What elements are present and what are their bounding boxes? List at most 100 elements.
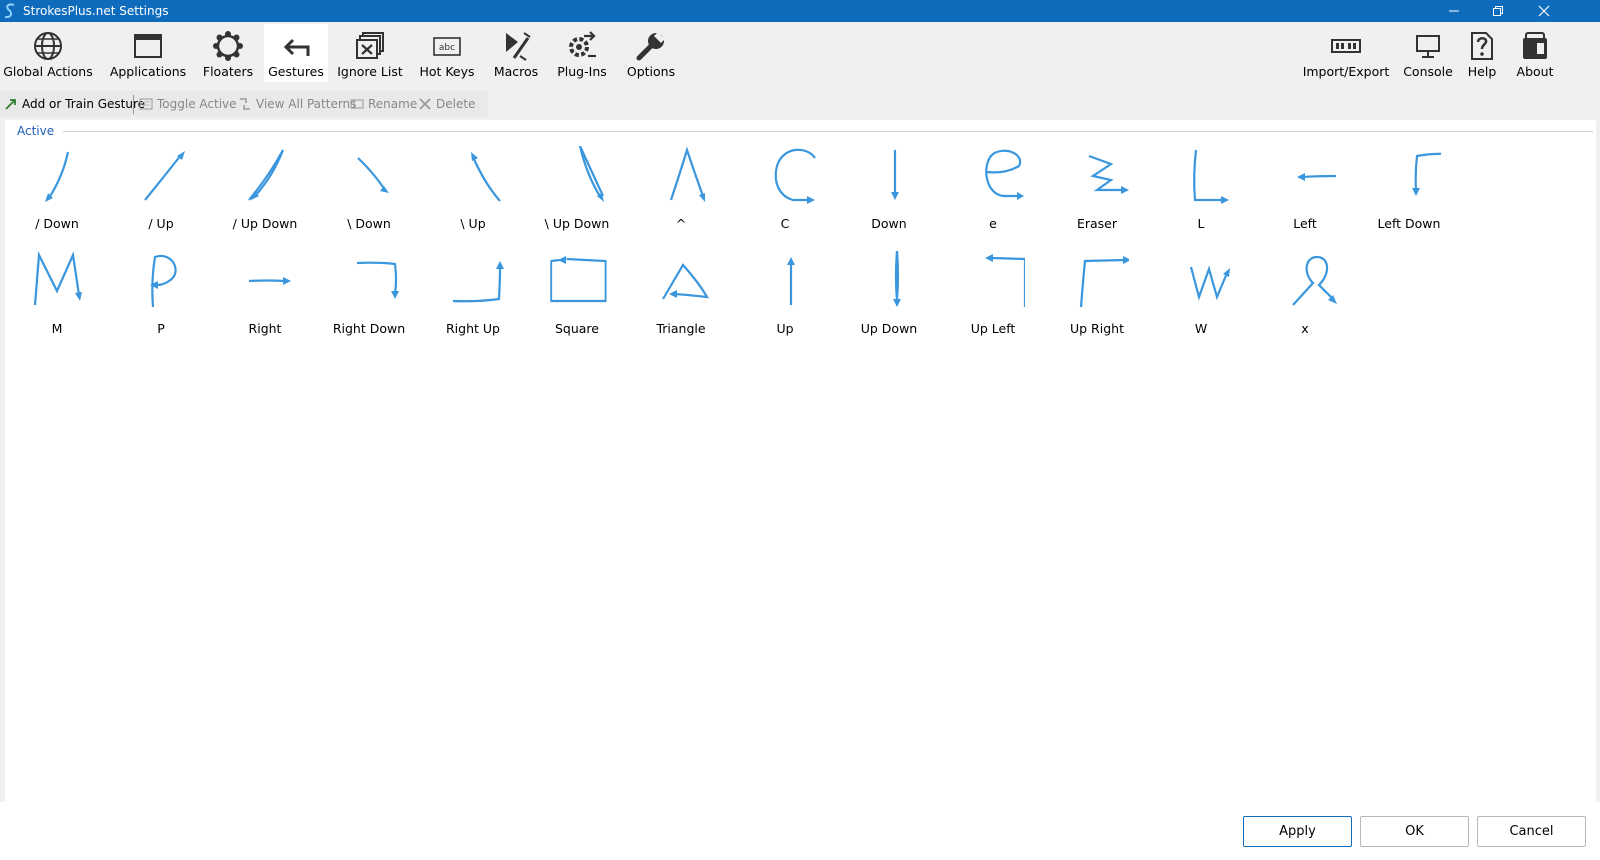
gesture-eraser[interactable]: Eraser xyxy=(1045,144,1149,244)
gesture-up-left[interactable]: Up Left xyxy=(941,249,1045,349)
gesture-label: Up Down xyxy=(860,321,918,336)
gesture-caret[interactable]: ^ xyxy=(629,144,733,244)
gesture-square[interactable]: Square xyxy=(525,249,629,349)
cancel-button[interactable]: Cancel xyxy=(1477,816,1586,847)
add-or-train-gesture-button[interactable]: Add or Train Gesture xyxy=(4,91,145,117)
gesture-w[interactable]: W xyxy=(1149,249,1253,349)
toolbar-floaters[interactable]: Floaters xyxy=(196,24,260,82)
gesture-label: Up xyxy=(776,321,794,336)
toolbar-label: Options xyxy=(626,64,676,79)
gesture-arrow-icon xyxy=(283,38,310,56)
toolbar-label: Macros xyxy=(493,64,539,79)
c-gesture-icon xyxy=(774,148,816,204)
gesture-right-down[interactable]: Right Down xyxy=(317,249,421,349)
gesture-label: Down xyxy=(871,216,907,231)
toolbar-applications[interactable]: Applications xyxy=(106,24,190,82)
gesture-slash-up[interactable]: / Up xyxy=(109,144,213,244)
gesture-c[interactable]: C xyxy=(733,144,837,244)
gesture-slash-up-down[interactable]: / Up Down xyxy=(213,144,317,244)
toolbar-about[interactable]: About xyxy=(1510,24,1560,82)
gesture-label: Right Up xyxy=(446,321,500,336)
delete-icon xyxy=(419,98,431,110)
title-bar: StrokesPlus.net Settings xyxy=(0,0,1600,22)
backslash-up-down-gesture-icon xyxy=(578,146,605,202)
gesture-slash-down[interactable]: / Down xyxy=(5,144,109,244)
gesture-label: Left Down xyxy=(1377,216,1441,231)
toggle-active-icon xyxy=(139,98,153,110)
gesture-label: ^ xyxy=(675,216,687,231)
toolbar-label: Hot Keys xyxy=(419,64,475,79)
gesture-label: L xyxy=(1197,216,1205,231)
gesture-triangle[interactable]: Triangle xyxy=(629,249,733,349)
backslash-up-gesture-icon xyxy=(471,152,501,202)
toolbar-macros[interactable]: Macros xyxy=(488,24,544,82)
restore-button[interactable] xyxy=(1476,0,1520,22)
gesture-p[interactable]: P xyxy=(109,249,213,349)
toolbar-gestures[interactable]: Gestures xyxy=(264,24,328,82)
toolbar-label: Global Actions xyxy=(3,64,93,79)
gesture-x[interactable]: x xyxy=(1253,249,1357,349)
main-toolbar: Global Actions Applications Floaters Ges… xyxy=(0,22,1600,84)
toolbar-label: Help xyxy=(1467,64,1497,79)
apply-button[interactable]: Apply xyxy=(1243,816,1352,847)
toolbar-label: Ignore List xyxy=(337,64,403,79)
gesture-down[interactable]: Down xyxy=(837,144,941,244)
gesture-label: C xyxy=(780,216,790,231)
toolbar-help[interactable]: Help xyxy=(1460,24,1504,82)
gesture-up-right[interactable]: Up Right xyxy=(1045,249,1149,349)
w-gesture-icon xyxy=(1189,265,1230,301)
toolbar-plug-ins[interactable]: Plug-Ins xyxy=(552,24,612,82)
toggle-active-button[interactable]: Toggle Active xyxy=(139,91,237,117)
subtoolbar-separator xyxy=(133,95,134,114)
gesture-backslash-up[interactable]: \ Up xyxy=(421,144,525,244)
toggle-active-label: Toggle Active xyxy=(157,97,237,111)
toolbar-import-export[interactable]: Import/Export xyxy=(1298,24,1394,82)
gesture-e[interactable]: e xyxy=(941,144,1045,244)
plugins-icon xyxy=(569,31,596,58)
minimize-button[interactable] xyxy=(1432,0,1476,22)
toolbar-label: Gestures xyxy=(268,64,324,79)
gesture-backslash-up-down[interactable]: \ Up Down xyxy=(525,144,629,244)
toolbar-label: Floaters xyxy=(202,64,254,79)
gesture-right[interactable]: Right xyxy=(213,249,317,349)
gesture-label: P xyxy=(157,321,165,336)
floaters-icon xyxy=(213,31,243,61)
toolbar-global-actions[interactable]: Global Actions xyxy=(2,24,94,82)
delete-button[interactable]: Delete xyxy=(418,91,475,117)
eraser-gesture-icon xyxy=(1088,154,1129,194)
gesture-label: Triangle xyxy=(656,321,706,336)
rename-button[interactable]: Rename xyxy=(350,91,417,117)
strokesplus-logo-icon xyxy=(4,3,15,19)
close-icon xyxy=(1538,5,1550,17)
gesture-subtoolbar: Add or Train Gesture Toggle Active View … xyxy=(0,91,488,117)
view-all-patterns-button[interactable]: View All Patterns xyxy=(238,91,356,117)
group-label: Active xyxy=(17,124,55,138)
rename-label: Rename xyxy=(368,97,418,111)
ok-button[interactable]: OK xyxy=(1360,816,1469,847)
gesture-label: W xyxy=(1194,321,1208,336)
up-gesture-icon xyxy=(787,257,795,305)
x-gesture-icon xyxy=(1292,255,1337,306)
gesture-up[interactable]: Up xyxy=(733,249,837,349)
close-button[interactable] xyxy=(1522,0,1566,22)
gesture-right-up[interactable]: Right Up xyxy=(421,249,525,349)
gesture-backslash-down[interactable]: \ Down xyxy=(317,144,421,244)
toolbar-ignore-list[interactable]: Ignore List xyxy=(334,24,406,82)
triangle-gesture-icon xyxy=(662,263,710,300)
gesture-up-down[interactable]: Up Down xyxy=(837,249,941,349)
gesture-left-down[interactable]: Left Down xyxy=(1357,144,1461,244)
toolbar-hot-keys[interactable]: abc Hot Keys xyxy=(414,24,480,82)
gesture-left[interactable]: Left xyxy=(1253,144,1357,244)
toolbar-label: Plug-Ins xyxy=(557,64,607,79)
gesture-label: / Up Down xyxy=(232,216,298,231)
gesture-label: Eraser xyxy=(1076,216,1118,231)
l-gesture-icon xyxy=(1193,149,1229,204)
svg-text:abc: abc xyxy=(439,43,455,53)
toolbar-console[interactable]: Console xyxy=(1400,24,1456,82)
toolbar-label: About xyxy=(1516,64,1554,79)
rename-icon xyxy=(350,99,364,109)
toolbar-options[interactable]: Options xyxy=(622,24,680,82)
gesture-m[interactable]: M xyxy=(5,249,109,349)
gesture-l[interactable]: L xyxy=(1149,144,1253,244)
gesture-label: \ Up Down xyxy=(544,216,610,231)
